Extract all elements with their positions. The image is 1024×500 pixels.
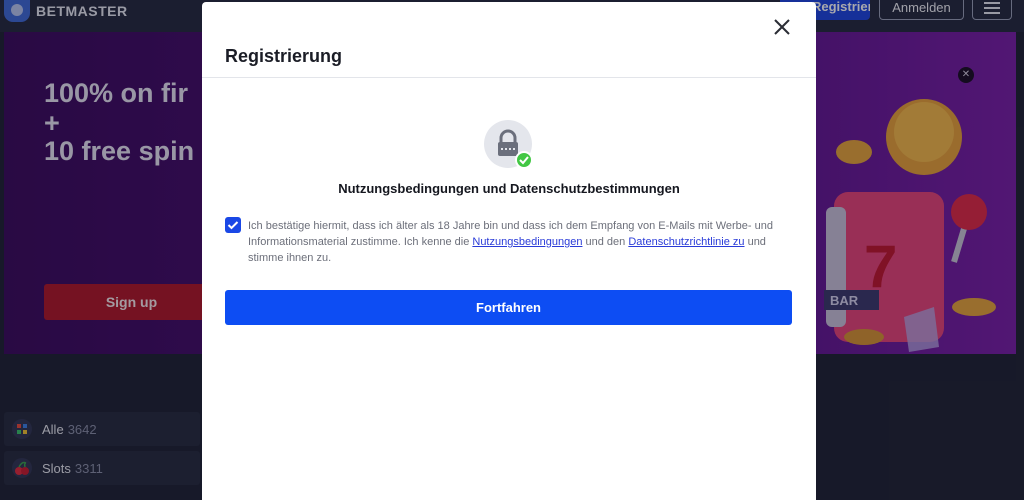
consent-checkbox[interactable] bbox=[225, 217, 241, 233]
registration-modal: Registrierung Nutzungsbedingungen und Da… bbox=[202, 2, 816, 500]
close-icon[interactable] bbox=[771, 16, 793, 38]
privacy-link[interactable]: Datenschutzrichtlinie zu bbox=[628, 236, 744, 248]
modal-divider bbox=[202, 77, 816, 78]
continue-button[interactable]: Fortfahren bbox=[225, 290, 792, 325]
check-icon bbox=[227, 221, 239, 230]
terms-link[interactable]: Nutzungsbedingungen bbox=[472, 236, 582, 248]
lock-check-icon bbox=[484, 120, 533, 169]
consent-text-part: und den bbox=[582, 236, 629, 248]
consent-text: Ich bestätige hiermit, dass ich älter al… bbox=[248, 218, 800, 266]
terms-section-title: Nutzungsbedingungen und Datenschutzbesti… bbox=[338, 181, 680, 196]
modal-title: Registrierung bbox=[225, 46, 343, 66]
